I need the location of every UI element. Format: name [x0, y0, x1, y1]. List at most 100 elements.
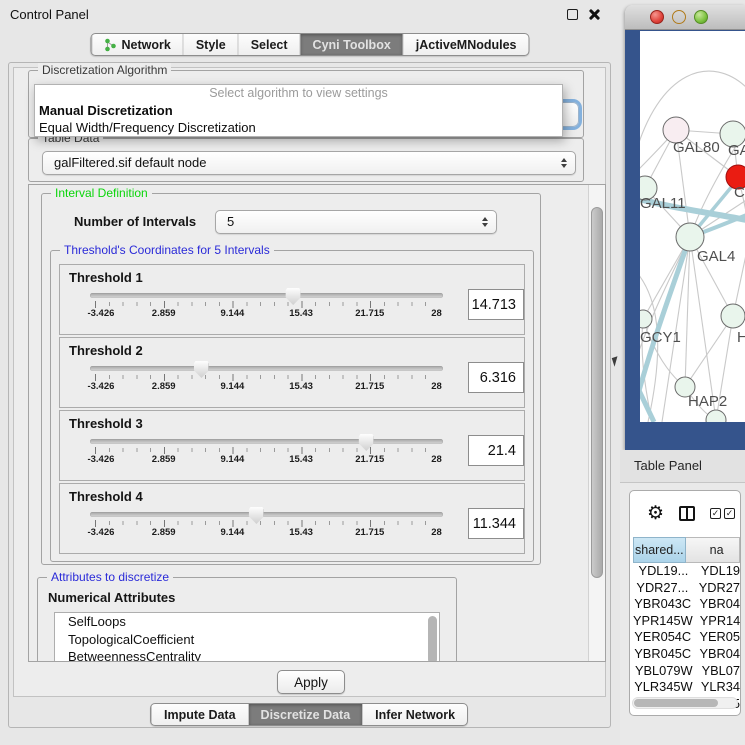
gear-icon[interactable]: ⚙ [647, 504, 664, 523]
cell-name: YER05 [692, 629, 740, 646]
close-icon[interactable] [588, 8, 601, 21]
tab-label: Discretize Data [261, 708, 351, 722]
cell-shared-name: YBR043C [633, 596, 692, 613]
node-label: GA [728, 142, 745, 159]
interval-definition-group: Interval Definition Number of Intervals … [41, 193, 541, 565]
network-canvas[interactable]: GAL80GACGAL11GAL4GCY1HHAP2 [640, 31, 745, 422]
cell-shared-name: YBR045C [633, 646, 692, 663]
checkbox-icon[interactable] [724, 508, 735, 519]
tab-label: Infer Network [375, 708, 455, 722]
stepper-icon [482, 217, 488, 227]
threshold-slider[interactable]: -3.4262.8599.14415.4321.71528 [90, 361, 443, 397]
tab[interactable]: Infer Network [362, 704, 467, 725]
tab-label: Impute Data [164, 708, 236, 722]
tab[interactable]: Select [238, 34, 300, 55]
cell-name: YPR14 [693, 613, 741, 630]
cell-shared-name: YDR27... [633, 580, 692, 597]
network-node[interactable] [676, 223, 704, 251]
table-row[interactable]: YER054C YER05 [633, 629, 740, 646]
threshold-slider[interactable]: -3.4262.8599.14415.4321.71528 [90, 434, 443, 470]
column-header-shared-name[interactable]: shared... [633, 537, 686, 563]
tab[interactable]: Cyni Toolbox [300, 34, 403, 55]
tick-label: 2.859 [152, 527, 176, 538]
scrollbar-thumb[interactable] [634, 699, 718, 707]
threshold-panel: Threshold 3 [59, 410, 525, 481]
vertical-scrollbar[interactable] [588, 185, 605, 661]
threshold-slider[interactable]: -3.4262.8599.14415.4321.71528 [90, 507, 443, 543]
group-title: Threshold's Coordinates for 5 Intervals [60, 243, 274, 257]
num-intervals-label: Number of Intervals [74, 214, 196, 229]
cell-shared-name: YLR345W [633, 679, 694, 696]
cell-shared-name: YDL19... [633, 563, 694, 580]
tab-label: jActiveMNodules [416, 38, 517, 52]
slider-major-ticks [95, 301, 439, 308]
tab[interactable]: Style [183, 34, 238, 55]
split-table-icon[interactable] [679, 506, 695, 521]
tab[interactable]: Discretize Data [248, 704, 363, 725]
network-node[interactable] [721, 304, 745, 328]
table-row[interactable]: YBR043C YBR04 [633, 596, 740, 613]
tab[interactable]: jActiveMNodules [403, 34, 529, 55]
attribute-item[interactable]: SelfLoops [55, 613, 439, 631]
threshold-label: Threshold 2 [69, 343, 524, 358]
slider-major-ticks [95, 374, 439, 381]
checkbox-icon[interactable] [710, 508, 721, 519]
table-row[interactable]: YBL079W YBL07 [633, 663, 740, 680]
horizontal-scrollbar[interactable] [632, 697, 738, 709]
tick-label: 21.715 [355, 308, 384, 319]
threshold-value-field[interactable]: 11.344 [468, 508, 524, 539]
network-edge[interactable] [685, 237, 690, 387]
threshold-slider[interactable]: -3.4262.8599.14415.4321.71528 [90, 288, 443, 324]
threshold-value-field[interactable]: 14.713 [468, 289, 524, 320]
threshold-value-field[interactable]: 6.316 [468, 362, 524, 393]
node-table: shared... na YDL19... YDL19 YDR27... YDR… [633, 537, 740, 712]
network-edge[interactable] [685, 316, 733, 387]
network-node[interactable] [640, 310, 652, 328]
scrollbar-thumb[interactable] [591, 207, 603, 578]
window-title: Control Panel [10, 7, 89, 22]
tick-label: 15.43 [289, 308, 313, 319]
node-label: GCY1 [640, 329, 681, 346]
num-intervals-combobox[interactable]: 5 [215, 210, 497, 234]
network-window-titlebar [625, 5, 745, 30]
checkbox-icons [710, 508, 735, 519]
tick-label: -3.426 [87, 454, 114, 465]
attributes-list: SelfLoopsTopologicalCoefficientBetweenne… [54, 612, 440, 662]
algorithm-option[interactable]: Equal Width/Frequency Discretization [35, 119, 562, 136]
table-row[interactable]: YDL19... YDL19 [633, 563, 740, 580]
dropdown-prompt: Select algorithm to view settings [35, 85, 562, 102]
column-header-name[interactable]: na [686, 537, 740, 563]
float-icon[interactable] [567, 9, 578, 20]
table-row[interactable]: YBR045C YBR04 [633, 646, 740, 663]
zoom-traffic-light-icon[interactable] [694, 10, 708, 24]
tab[interactable]: Impute Data [151, 704, 248, 725]
cell-name: YDL19 [694, 563, 740, 580]
node-label: C [734, 184, 745, 201]
node-table-panel: ⚙ shared... na YDL19... YDL19 [629, 490, 741, 716]
list-scrollbar[interactable] [428, 616, 437, 662]
threshold-value-field[interactable]: 21.4 [468, 435, 524, 466]
network-view-window: GAL80GACGAL11GAL4GCY1HHAP2 [625, 5, 745, 450]
num-intervals-value: 5 [227, 214, 234, 229]
group-title: Discretization Algorithm [38, 63, 171, 77]
tab[interactable]: Network [91, 34, 182, 55]
attribute-item[interactable]: BetweennessCentrality [55, 648, 439, 662]
minimize-traffic-light-icon[interactable] [672, 10, 686, 24]
network-node[interactable] [706, 410, 726, 422]
node-label: GAL4 [697, 248, 735, 265]
close-traffic-light-icon[interactable] [650, 10, 664, 24]
table-row[interactable]: YDR27... YDR27 [633, 580, 740, 597]
table-panel: ⚙ shared... na YDL19... YDL19 [620, 483, 745, 745]
tick-label: 21.715 [355, 527, 384, 538]
slider-major-ticks [95, 520, 439, 527]
desktop: Control Panel Network [0, 0, 745, 745]
tab-label: Cyni Toolbox [313, 38, 391, 52]
table-row[interactable]: YLR345W YLR34 [633, 679, 740, 696]
algorithm-option[interactable]: Manual Discretization [35, 102, 562, 119]
apply-button[interactable]: Apply [277, 670, 345, 694]
attribute-item[interactable]: TopologicalCoefficient [55, 631, 439, 649]
control-panel-window: Control Panel Network [0, 0, 620, 745]
tick-label: 2.859 [152, 454, 176, 465]
control-panel-tabs: Network Style [90, 33, 529, 56]
table-row[interactable]: YPR145W YPR14 [633, 613, 740, 630]
